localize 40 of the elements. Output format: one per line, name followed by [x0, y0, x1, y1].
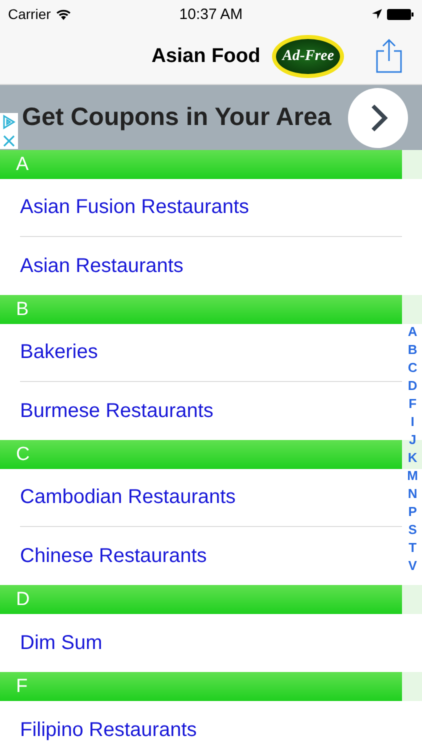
- index-letter[interactable]: M: [407, 467, 418, 485]
- index-letter[interactable]: T: [408, 539, 417, 557]
- nav-title: Asian Food: [151, 44, 260, 68]
- list-item[interactable]: Burmese Restaurants: [20, 382, 402, 440]
- index-letter[interactable]: I: [410, 413, 414, 431]
- list-item[interactable]: Asian Fusion Restaurants: [20, 179, 402, 237]
- close-icon[interactable]: [2, 134, 16, 148]
- chevron-button-icon[interactable]: [348, 88, 408, 148]
- index-letter[interactable]: F: [408, 395, 417, 413]
- location-arrow-icon: [372, 9, 382, 19]
- index-letter[interactable]: N: [408, 485, 418, 503]
- index-letter[interactable]: B: [408, 341, 418, 359]
- index-letter[interactable]: A: [408, 323, 418, 341]
- ad-choices-icon[interactable]: [2, 114, 16, 130]
- ad-headline: Get Coupons in Your Area: [22, 103, 332, 132]
- list-item[interactable]: Dim Sum: [20, 614, 402, 672]
- ad-free-badge[interactable]: Ad-Free: [272, 34, 344, 78]
- wifi-icon: [56, 8, 71, 20]
- index-letter[interactable]: K: [408, 449, 418, 467]
- list-item[interactable]: Bakeries: [20, 324, 402, 382]
- section-letter: F: [16, 676, 28, 698]
- list-item[interactable]: Cambodian Restaurants: [20, 469, 402, 527]
- index-letter[interactable]: D: [408, 377, 418, 395]
- index-letter[interactable]: P: [408, 503, 417, 521]
- carrier-label: Carrier: [8, 6, 51, 22]
- battery-icon: [387, 8, 414, 20]
- share-icon[interactable]: [376, 39, 402, 73]
- section-letter: B: [16, 298, 29, 320]
- list-item[interactable]: Asian Restaurants: [20, 237, 402, 295]
- index-letter[interactable]: V: [408, 557, 417, 575]
- list-item[interactable]: Chinese Restaurants: [20, 527, 402, 585]
- section-letter: A: [16, 154, 29, 176]
- clock-time: 10:37 AM: [179, 6, 243, 22]
- ad-banner[interactable]: Get Coupons in Your Area: [0, 85, 422, 150]
- list-item[interactable]: Filipino Restaurants: [20, 701, 402, 750]
- index-letter[interactable]: J: [408, 431, 416, 449]
- section-letter: D: [16, 588, 30, 610]
- index-letter[interactable]: S: [408, 521, 417, 539]
- section-letter: C: [16, 444, 30, 466]
- index-letter[interactable]: C: [408, 359, 418, 377]
